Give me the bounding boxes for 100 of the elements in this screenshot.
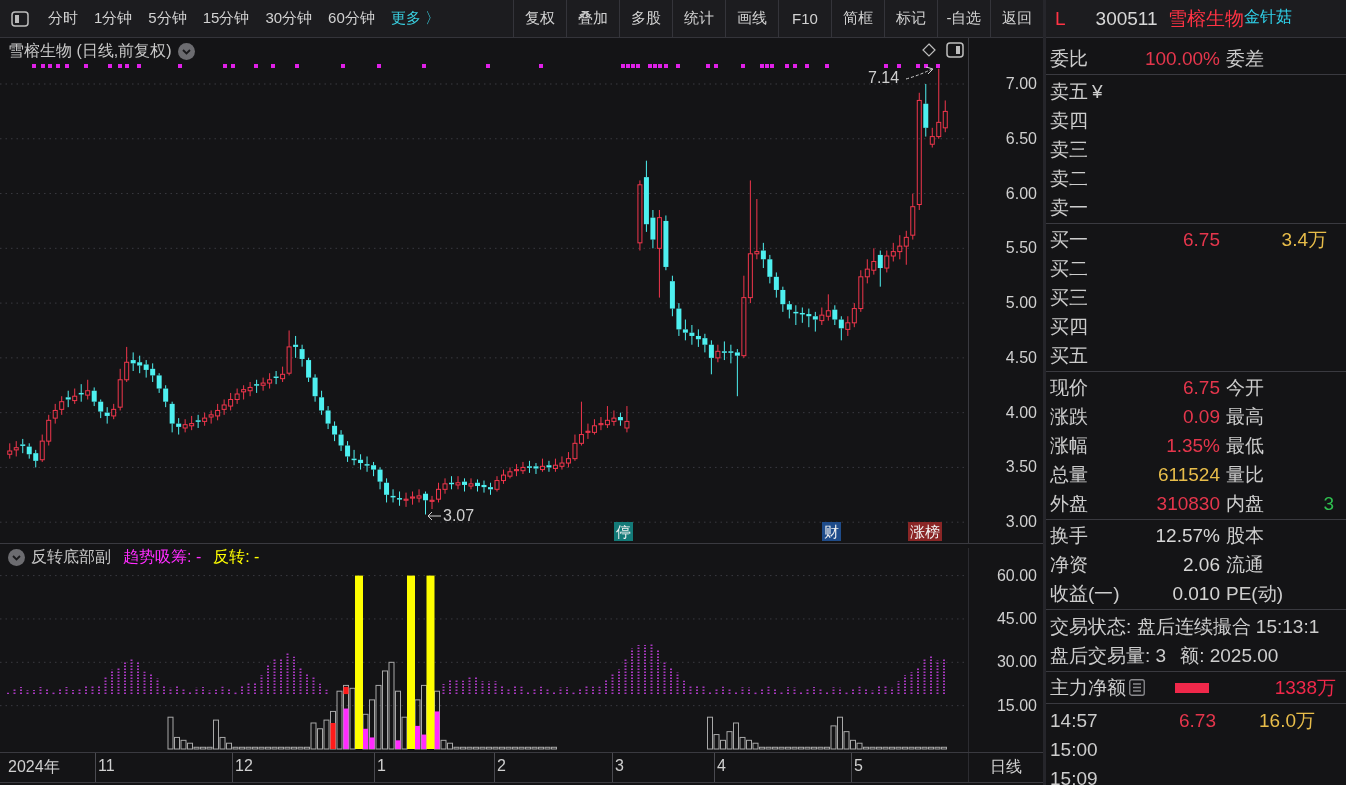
field-value: 3 <box>1323 492 1334 515</box>
field-value: 310830 <box>1156 492 1220 515</box>
field-label: 卖一 <box>1050 195 1088 220</box>
field-label: 买四 <box>1050 314 1089 339</box>
accumulation-bar <box>343 708 349 749</box>
tick-time: 15:09 <box>1050 767 1099 785</box>
market-label: L <box>1055 7 1066 30</box>
price-axis-label: 5.00 <box>1005 293 1037 314</box>
field-label: 涨幅 <box>1050 433 1088 458</box>
bid-volume: 3.4万 <box>1280 227 1327 252</box>
list-icon[interactable] <box>1129 679 1145 696</box>
period-button[interactable]: 5分钟 <box>140 0 195 37</box>
field-value: 0.010 <box>1172 582 1220 605</box>
price-axis-label: 4.50 <box>1005 347 1037 368</box>
tick-price: 6.73 <box>1178 709 1216 732</box>
chevron-down-icon[interactable] <box>8 549 25 566</box>
leader-arrow <box>427 511 442 521</box>
concept-tag[interactable]: 金针菇 <box>1243 7 1292 28</box>
field-value: 6.75 <box>1183 376 1220 399</box>
tick-volume: 16.0万 <box>1258 708 1315 733</box>
field-label: 流通 <box>1226 552 1264 577</box>
price-axis-label: 4.00 <box>1005 402 1037 423</box>
field-label: 最高 <box>1226 404 1264 429</box>
event-badge[interactable]: 停 <box>614 522 633 541</box>
more-button[interactable]: 更多 〉 <box>382 0 448 37</box>
bid-price: 6.75 <box>1182 228 1220 251</box>
field-label: 买五 <box>1050 343 1089 368</box>
stock-name: 雪榕生物 <box>1167 6 1244 31</box>
toolbar-button[interactable]: -自选 <box>937 0 990 37</box>
field-value: 12.57% <box>1155 524 1220 547</box>
date-label: 5 <box>854 757 863 775</box>
field-label: 涨跌 <box>1050 404 1088 429</box>
value-axis-label: 60.00 <box>996 565 1037 586</box>
field-label: 委比 <box>1050 46 1088 71</box>
field-value: 611524 <box>1158 463 1220 486</box>
currency-label: ¥ <box>1092 80 1103 103</box>
alert-bar <box>343 686 349 695</box>
field-value: 100.00% <box>1145 47 1220 70</box>
alert-bar <box>330 723 336 749</box>
toolbar-button[interactable]: 画线 <box>725 0 778 37</box>
after-hours-amount: 额: 2025.00 <box>1180 643 1279 668</box>
toolbar-button[interactable]: 简框 <box>831 0 884 37</box>
accumulation-bar <box>434 711 440 749</box>
field-value: 1338万 <box>1274 675 1336 700</box>
legend-label: 反转: - <box>213 547 260 567</box>
diamond-icon[interactable] <box>922 43 936 57</box>
net-flow-bar <box>1175 682 1209 693</box>
field-label: 买一 <box>1050 227 1089 252</box>
period-button[interactable]: 分时 <box>40 0 86 37</box>
toolbar-button[interactable]: 多股 <box>619 0 672 37</box>
field-label: 收益(一) <box>1050 581 1120 606</box>
field-label: 买二 <box>1050 256 1089 281</box>
toolbar-button[interactable]: F10 <box>778 0 831 37</box>
price-axis-label: 6.00 <box>1005 183 1037 204</box>
tick-time: 14:57 <box>1050 709 1099 732</box>
toolbar-button[interactable]: 叠加 <box>566 0 619 37</box>
period-button[interactable]: 60分钟 <box>320 0 383 37</box>
value-axis-label: 30.00 <box>996 652 1037 673</box>
high-price-label: 7.14 <box>868 68 900 88</box>
date-label: 2024年 <box>8 757 60 777</box>
event-badge[interactable]: 涨榜 <box>908 522 942 541</box>
indicator-name: 反转底部副 <box>31 547 111 567</box>
field-label: PE(动) <box>1226 581 1283 606</box>
field-label: 量比 <box>1226 462 1264 487</box>
period-button[interactable]: 15分钟 <box>194 0 258 37</box>
chevron-down-icon[interactable] <box>177 43 195 60</box>
accumulation-bar <box>395 740 401 749</box>
period-label: 日线 <box>990 757 1022 777</box>
field-label: 委差 <box>1226 46 1264 71</box>
field-label: 买三 <box>1050 285 1089 310</box>
field-label: 净资 <box>1050 552 1088 577</box>
field-label: 卖三 <box>1050 137 1088 162</box>
toolbar-button[interactable]: 统计 <box>672 0 725 37</box>
chart-title: 雪榕生物 (日线,前复权) <box>8 41 172 61</box>
low-price-label: 3.07 <box>443 506 475 526</box>
panel-toggle-icon[interactable] <box>11 10 29 27</box>
field-label: 主力净额 <box>1050 675 1126 700</box>
toolbar-button[interactable]: 复权 <box>513 0 566 37</box>
panel-icon[interactable] <box>946 42 964 58</box>
event-badge[interactable]: 财 <box>822 522 841 541</box>
field-label: 最低 <box>1226 433 1264 458</box>
tick-time: 15:00 <box>1050 738 1099 761</box>
date-label: 1 <box>377 757 386 775</box>
period-button[interactable]: 1分钟 <box>86 0 141 37</box>
date-label: 3 <box>615 757 624 775</box>
period-button[interactable]: 30分钟 <box>257 0 321 37</box>
field-label: 股本 <box>1226 523 1264 548</box>
field-value: 2.06 <box>1183 553 1220 576</box>
date-label: 4 <box>717 757 726 775</box>
price-axis-label: 3.50 <box>1005 457 1037 478</box>
field-value: 0.09 <box>1183 405 1220 428</box>
price-axis-label: 5.50 <box>1005 238 1037 259</box>
date-label: 12 <box>235 757 253 775</box>
field-label: 今开 <box>1226 375 1264 400</box>
leader-arrow <box>905 66 934 80</box>
toolbar-button[interactable]: 返回 <box>990 0 1043 37</box>
field-label: 卖四 <box>1050 108 1088 133</box>
toolbar-button[interactable]: 标记 <box>884 0 937 37</box>
field-value: 1.35% <box>1166 434 1220 457</box>
date-label: 2 <box>497 757 506 775</box>
